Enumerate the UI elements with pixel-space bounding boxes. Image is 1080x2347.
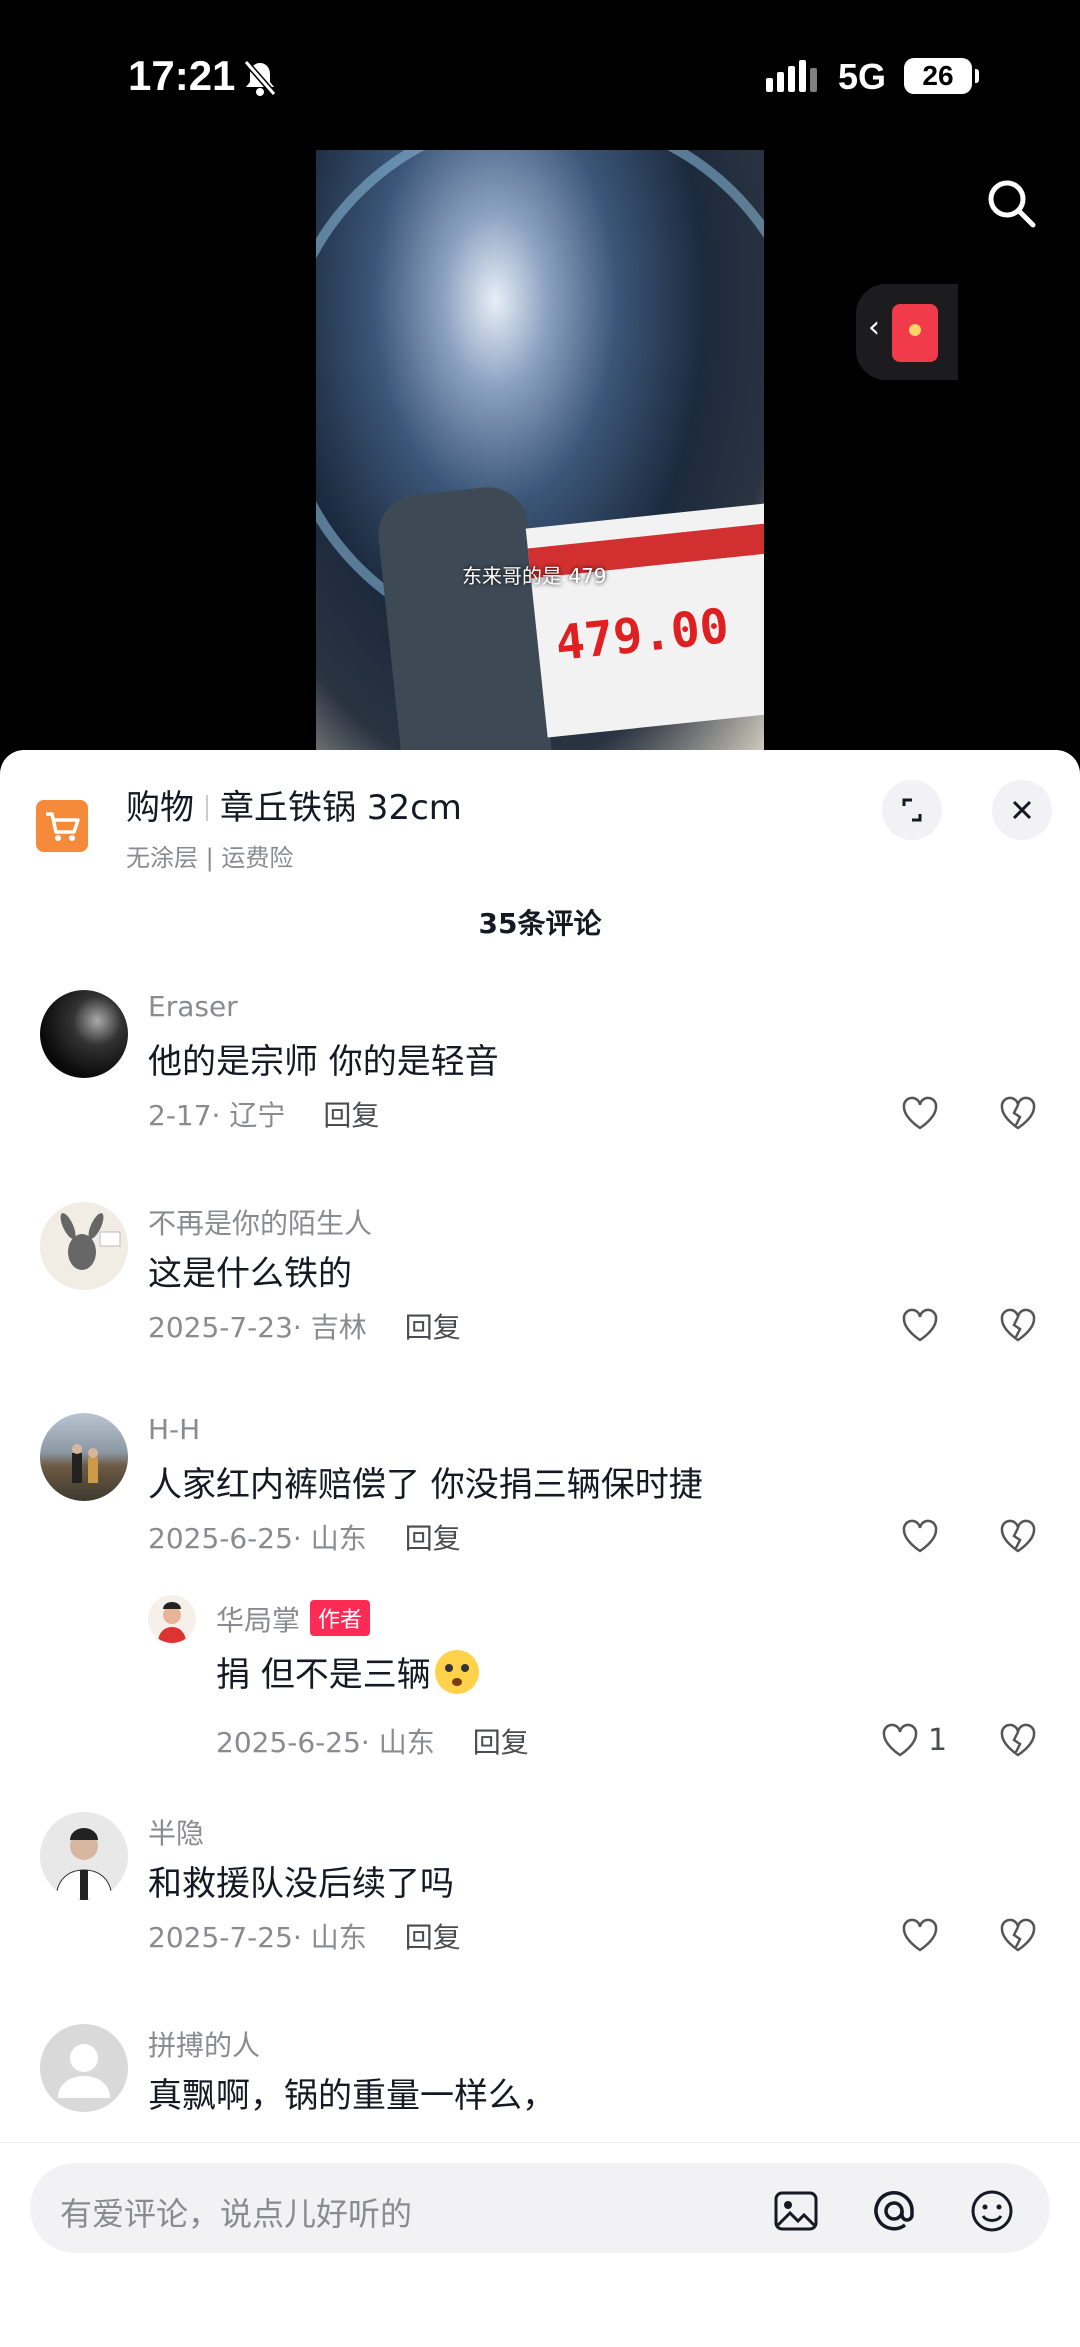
reply-button[interactable]: 回复 <box>405 1522 461 1555</box>
price-tag-value: 479.00 <box>553 598 732 672</box>
comment-meta: 2025-7-25· 山东 回复 <box>148 1916 461 1956</box>
shop-label: 购物 <box>126 788 194 828</box>
like-heart-icon[interactable] <box>900 1517 940 1557</box>
comment-username[interactable]: 半隐 <box>148 1812 204 1852</box>
red-packet-button[interactable]: ‹ <box>856 284 958 380</box>
dislike-broken-heart-icon[interactable] <box>998 1306 1038 1346</box>
comment-username[interactable]: 拼搏的人 <box>148 2024 260 2064</box>
expand-icon <box>902 798 922 822</box>
comment-text: 人家红内裤赔偿了 你没捐三辆保时捷 <box>148 1465 703 1505</box>
comment-input[interactable]: 有爱评论，说点儿好听的 <box>30 2163 1050 2253</box>
comment-date-location: 2-17· 辽宁 <box>148 1099 286 1132</box>
status-bar: 17:21 5G 26 <box>0 0 1080 150</box>
avatar[interactable] <box>40 1413 128 1501</box>
video-subtitle: 东来哥的是 479 <box>462 564 607 588</box>
comment-meta: 2025-6-25· 山东 回复 <box>216 1721 529 1761</box>
price-tag: 479.00 <box>525 502 764 738</box>
comment-username[interactable]: Eraser <box>148 990 238 1023</box>
comment-text: 真飘啊，锅的重量一样么， <box>148 2076 556 2116</box>
like-count: 1 <box>928 1723 948 1758</box>
dislike-broken-heart-icon[interactable] <box>998 1094 1038 1134</box>
comment-username[interactable]: H-H <box>148 1413 200 1446</box>
comment-text: 这是什么铁的 <box>148 1254 352 1294</box>
avatar[interactable] <box>148 1595 196 1643</box>
like-heart-icon[interactable] <box>900 1916 940 1956</box>
comment-count: 35条评论 <box>478 907 602 940</box>
expand-button[interactable] <box>882 780 942 840</box>
comment-date-location: 2025-6-25· 山东 <box>148 1522 367 1555</box>
status-time: 17:21 <box>128 52 236 99</box>
red-envelope-icon <box>892 304 938 362</box>
product-tags: 无涂层 | 运费险 <box>126 844 294 872</box>
comment-date-location: 2025-7-25· 山东 <box>148 1921 367 1954</box>
comment-meta: 2-17· 辽宁 回复 <box>148 1094 379 1134</box>
product-name: 章丘铁锅 32cm <box>220 788 462 828</box>
comment-input-bar: 有爱评论，说点儿好听的 <box>0 2142 1080 2347</box>
close-button[interactable] <box>992 780 1052 840</box>
signal-icon <box>766 60 821 92</box>
author-badge: 作者 <box>310 1600 371 1636</box>
shocked-face-emoji-icon <box>434 1650 479 1694</box>
comment-meta: 2025-7-23· 吉林 回复 <box>148 1306 461 1346</box>
like-heart-icon[interactable] <box>900 1306 940 1346</box>
like-heart-icon[interactable] <box>880 1721 920 1761</box>
emoji-icon[interactable] <box>968 2187 1016 2235</box>
comment-date-location: 2025-6-25· 山东 <box>216 1726 435 1759</box>
reply-button[interactable]: 回复 <box>405 1921 461 1954</box>
comment-sheet: 购物 章丘铁锅 32cm 无涂层 | 运费险 35条评论 Eraser 他的是宗师… <box>0 750 1080 2346</box>
bell-muted-icon <box>243 60 277 96</box>
comment-input-placeholder: 有爱评论，说点儿好听的 <box>60 2195 413 2233</box>
comment-username[interactable]: 不再是你的陌生人 <box>148 1202 372 1242</box>
mention-at-icon[interactable] <box>870 2187 918 2235</box>
reply-button[interactable]: 回复 <box>405 1311 461 1344</box>
chevron-left-icon: ‹ <box>868 310 880 345</box>
reply-text: 捐 但不是三辆 <box>216 1655 431 1695</box>
battery-icon: 26 <box>904 58 979 94</box>
reply-username[interactable]: 华局掌 <box>216 1604 300 1637</box>
close-icon <box>1012 800 1032 820</box>
reply-button[interactable]: 回复 <box>473 1726 529 1759</box>
avatar[interactable] <box>40 1812 128 1900</box>
avatar[interactable] <box>40 990 128 1078</box>
comment-text: 捐 但不是三辆 <box>216 1647 479 1696</box>
shop-banner[interactable]: 购物 章丘铁锅 32cm 无涂层 | 运费险 <box>0 750 1080 880</box>
search-icon[interactable] <box>983 175 1039 231</box>
dislike-broken-heart-icon[interactable] <box>998 1517 1038 1557</box>
like-heart-icon[interactable] <box>900 1094 940 1134</box>
comment-text: 他的是宗师 你的是轻音 <box>148 1042 499 1082</box>
shop-title: 购物 章丘铁锅 32cm <box>126 780 462 829</box>
comment-date-location: 2025-7-23· 吉林 <box>148 1311 367 1344</box>
dislike-broken-heart-icon[interactable] <box>998 1916 1038 1956</box>
comment-meta: 2025-6-25· 山东 回复 <box>148 1517 461 1557</box>
dislike-broken-heart-icon[interactable] <box>998 1721 1038 1761</box>
comment-text: 和救援队没后续了吗 <box>148 1864 454 1904</box>
avatar-default[interactable] <box>40 2024 128 2112</box>
image-icon[interactable] <box>772 2187 820 2235</box>
reply-button[interactable]: 回复 <box>323 1099 379 1132</box>
shopping-cart-icon <box>36 800 88 852</box>
video-player[interactable]: 479.00 <box>316 150 764 750</box>
avatar[interactable] <box>40 1202 128 1290</box>
network-type: 5G <box>838 56 887 97</box>
comment-username: 华局掌 作者 <box>216 1599 371 1639</box>
